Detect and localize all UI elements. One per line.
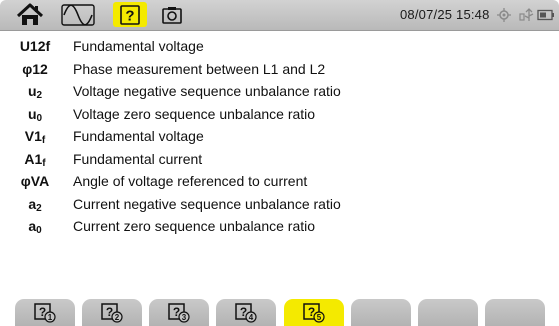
description: Voltage negative sequence unbalance rati…	[73, 83, 341, 99]
svg-text:?: ?	[125, 7, 134, 24]
list-item: φ12 Phase measurement between L1 and L2	[0, 59, 559, 82]
description: Fundamental current	[73, 150, 203, 167]
home-icon[interactable]	[14, 2, 46, 27]
symbol: φ12	[22, 60, 48, 77]
symbol: V1f	[24, 128, 46, 146]
tab-help-page-1[interactable]: ? 1	[15, 299, 75, 326]
list-item: φVA Angle of voltage referenced to curre…	[0, 171, 559, 194]
help-page-icon: ? 4	[235, 302, 257, 323]
symbol: u0	[27, 105, 43, 124]
camera-icon[interactable]	[158, 2, 186, 27]
battery-icon	[537, 5, 555, 25]
tab-empty[interactable]	[485, 299, 545, 326]
description: Current zero sequence unbalance ratio	[73, 218, 316, 234]
help-symbol-list: U12f Fundamental voltage φ12 Phase measu…	[0, 36, 559, 239]
list-item: V1f Fundamental voltage	[0, 126, 559, 149]
symbol: U12f	[19, 38, 51, 54]
help-page-icon: ? 1	[34, 302, 56, 323]
tab-number: 3	[182, 313, 187, 322]
symbol: u2	[27, 83, 43, 101]
description: Angle of voltage referenced to current	[73, 173, 308, 189]
list-item: U12f Fundamental voltage	[0, 36, 559, 59]
tab-empty[interactable]	[418, 299, 478, 326]
symbol: φVA	[20, 173, 50, 189]
top-bar: ? 08/07/25 15:48	[0, 0, 559, 31]
list-item: u2 Voltage negative sequence unbalance r…	[0, 81, 559, 104]
symbol: a0	[28, 218, 42, 236]
tab-number: 5	[317, 313, 322, 322]
tab-help-page-3[interactable]: ? 3	[149, 299, 209, 326]
help-page-icon: ? 5	[303, 302, 325, 323]
tab-help-page-4[interactable]: ? 4	[216, 299, 276, 326]
description: Fundamental voltage	[73, 128, 204, 144]
symbol: A1f	[24, 150, 46, 169]
description: Voltage zero sequence unbalance ratio	[73, 105, 316, 122]
tab-number: 4	[249, 313, 254, 322]
description: Current negative sequence unbalance rati…	[73, 195, 341, 212]
help-screen: ? 08/07/25 15:48 U12f Fundamental voltag…	[0, 0, 559, 326]
help-page-tabs: ? 1 ? 2 ? 3 ? 4 ? 5	[0, 299, 559, 326]
tab-empty[interactable]	[351, 299, 411, 326]
description: Phase measurement between L1 and L2	[73, 60, 326, 77]
tab-number: 2	[115, 313, 120, 322]
list-item: A1f Fundamental current	[0, 149, 559, 172]
help-page-icon: ? 2	[101, 302, 123, 323]
datetime-display: 08/07/25 15:48	[400, 7, 490, 22]
help-icon[interactable]: ?	[113, 2, 147, 27]
tab-number: 1	[48, 313, 53, 322]
usb-icon	[519, 5, 535, 25]
list-item: a2 Current negative sequence unbalance r…	[0, 194, 559, 217]
waveform-icon[interactable]	[60, 2, 96, 27]
list-item: u0 Voltage zero sequence unbalance ratio	[0, 104, 559, 127]
description: Fundamental voltage	[73, 38, 204, 54]
tab-help-page-5[interactable]: ? 5	[284, 299, 344, 326]
symbol: a2	[28, 195, 42, 214]
tab-help-page-2[interactable]: ? 2	[82, 299, 142, 326]
help-page-icon: ? 3	[168, 302, 190, 323]
gps-icon	[497, 5, 511, 25]
list-item: a0 Current zero sequence unbalance ratio	[0, 216, 559, 239]
